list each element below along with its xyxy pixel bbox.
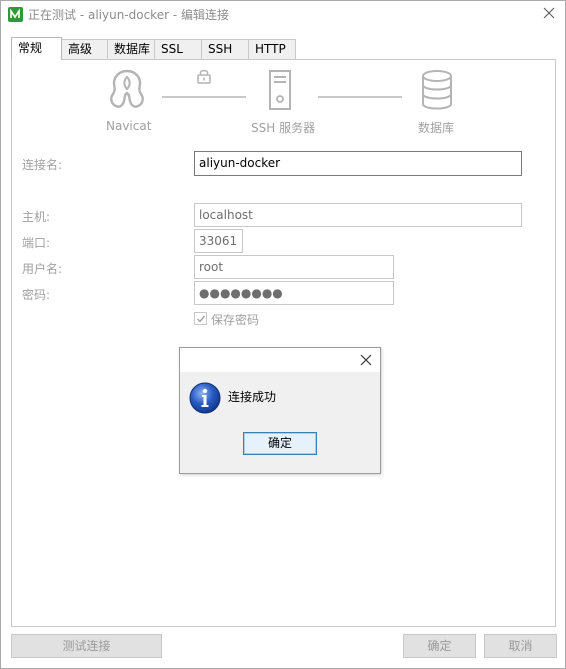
dialog-message: 连接成功 (228, 390, 277, 404)
tab-general-label: 常规 (18, 41, 43, 55)
tab-ssl[interactable]: SSL (154, 39, 202, 60)
password-mask: ●●●●●●●● (199, 286, 283, 300)
general-panel (11, 59, 556, 627)
password-label: 密码: (22, 288, 51, 302)
tab-database-label: 数据库 (114, 42, 151, 56)
host-input[interactable]: localhost (194, 203, 522, 227)
tab-http[interactable]: HTTP (248, 39, 296, 60)
connection-name-label: 连接名: (22, 158, 63, 172)
username-input[interactable]: root (194, 255, 394, 279)
tab-ssl-label: SSL (161, 42, 183, 56)
ssh-server-icon (269, 70, 291, 110)
password-input[interactable]: ●●●●●●●● (194, 281, 394, 305)
tab-ssh[interactable]: SSH (201, 39, 249, 60)
host-label: 主机: (22, 210, 51, 224)
lock-icon (197, 69, 211, 84)
save-password-label: 保存密码 (211, 313, 260, 327)
edit-connection-window: 正在测试 - aliyun-docker - 编辑连接 常规 高级 数据库 SS… (0, 0, 566, 669)
dialog-body: 连接成功 确定 (180, 372, 380, 473)
test-connection-button[interactable]: 测试连接 (11, 634, 162, 658)
port-label: 端口: (22, 236, 51, 250)
window-close-icon[interactable] (539, 5, 559, 23)
tab-advanced[interactable]: 高级 (61, 39, 108, 60)
dialog-ok-button[interactable]: 确定 (243, 432, 317, 455)
dialog-title-bar (180, 348, 380, 372)
port-input[interactable]: 33061 (194, 229, 243, 253)
tab-ssh-label: SSH (208, 42, 233, 56)
database-label: 数据库 (418, 121, 455, 135)
info-icon (189, 382, 221, 414)
title-bar: 正在测试 - aliyun-docker - 编辑连接 (1, 1, 565, 28)
dialog-close-icon[interactable] (358, 352, 374, 368)
ssh-db-line (318, 96, 402, 98)
connection-success-dialog: 连接成功 确定 (179, 347, 381, 474)
save-password-checkbox[interactable] (194, 312, 207, 325)
ok-button[interactable]: 确定 (403, 634, 476, 658)
tab-general[interactable]: 常规 (11, 37, 62, 60)
connection-name-input[interactable]: aliyun-docker (194, 151, 522, 176)
database-icon (422, 70, 452, 110)
navicat-label: Navicat (106, 119, 152, 133)
checkmark-icon (197, 315, 206, 323)
client-ssh-line (162, 96, 246, 98)
navicat-app-icon (8, 7, 23, 22)
cancel-button[interactable]: 取消 (484, 634, 557, 658)
window-title: 正在测试 - aliyun-docker - 编辑连接 (28, 8, 229, 22)
tab-database[interactable]: 数据库 (107, 39, 155, 60)
ssh-server-label: SSH 服务器 (251, 121, 316, 135)
tab-http-label: HTTP (255, 42, 286, 56)
navicat-logo-icon (110, 69, 144, 108)
tab-advanced-label: 高级 (68, 42, 93, 56)
username-label: 用户名: (22, 262, 63, 276)
